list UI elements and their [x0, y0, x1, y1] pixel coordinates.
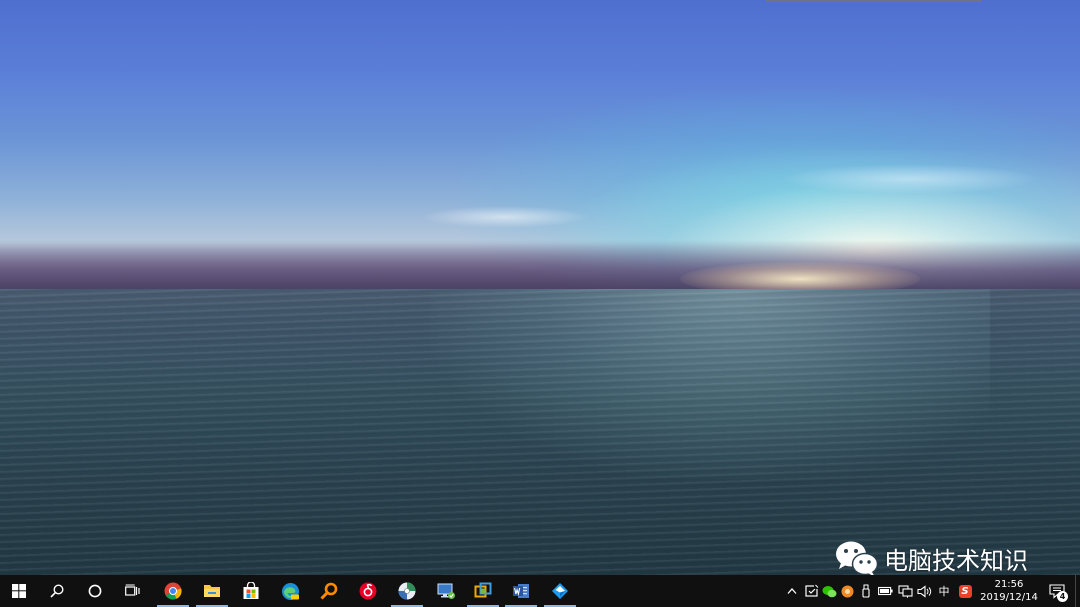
window-edge[interactable] — [766, 0, 982, 2]
search-icon — [50, 584, 64, 598]
vm-icon — [474, 582, 492, 598]
chrome-icon — [164, 582, 182, 600]
watermark: 电脑技术知识 — [834, 537, 1028, 575]
clock-date: 2019/12/14 — [980, 592, 1038, 603]
taskbar-app-dingtalk[interactable] — [541, 575, 579, 607]
diamond-app-icon — [552, 583, 568, 599]
show-hidden-icons-button[interactable] — [785, 575, 799, 607]
speaker-icon — [916, 584, 931, 598]
tray-input-method[interactable]: 中 — [935, 575, 953, 607]
task-view-icon — [125, 584, 140, 596]
taskbar-app-store[interactable] — [232, 575, 270, 607]
taskbar-app-netease-music[interactable] — [349, 575, 387, 607]
wechat-logo-icon — [836, 541, 879, 575]
notification-count-badge: 4 — [1057, 591, 1068, 602]
taskbar-clock[interactable]: 21:56 2019/12/14 — [978, 575, 1040, 607]
taskbar-app-edge[interactable] — [271, 575, 309, 607]
taskbar-app-remote-desktop[interactable] — [427, 575, 465, 607]
taskbar-app-file-explorer[interactable] — [193, 575, 231, 607]
wallpaper-horizon-haze — [0, 240, 1080, 295]
taskbar-app-globe[interactable] — [388, 575, 426, 607]
wallpaper-waves — [0, 289, 1080, 575]
taskbar: 中 S 21:56 2019/12/14 4 — [0, 575, 1080, 607]
taskbar-app-virtual-machine[interactable] — [464, 575, 502, 607]
cortana-button[interactable] — [76, 575, 114, 607]
orange-circle-app-icon — [841, 585, 854, 597]
tray-usb-device[interactable] — [857, 575, 874, 607]
desktop-wallpaper[interactable]: 电脑技术知识 — [0, 0, 1080, 575]
chevron-up-icon — [787, 588, 797, 594]
wallpaper-cloud — [420, 206, 590, 228]
cortana-circle-icon — [88, 584, 102, 598]
globe-icon — [398, 582, 416, 600]
start-button[interactable] — [0, 575, 38, 607]
music-icon — [359, 582, 377, 600]
action-center-button[interactable]: 4 — [1043, 575, 1071, 607]
tray-volume[interactable] — [915, 575, 933, 607]
tray-network[interactable] — [896, 575, 914, 607]
wechat-icon — [822, 585, 837, 597]
search-button[interactable] — [38, 575, 76, 607]
wallpaper-cloud — [780, 164, 1040, 194]
screenshot-tool-icon — [804, 584, 819, 597]
usb-drive-icon — [861, 584, 870, 598]
watermark-text: 电脑技术知识 — [884, 546, 1028, 575]
edge-icon — [281, 582, 299, 600]
tray-screenshot-tool[interactable] — [803, 575, 820, 607]
remote-desktop-icon — [437, 583, 455, 599]
taskbar-app-search-tool[interactable] — [310, 575, 348, 607]
clock-time: 21:56 — [994, 579, 1024, 590]
tray-wechat[interactable] — [821, 575, 838, 607]
taskbar-app-chrome[interactable] — [154, 575, 192, 607]
folder-icon — [204, 585, 220, 597]
sogou-icon: S — [958, 584, 972, 598]
tray-battery[interactable] — [876, 575, 894, 607]
windows-logo-icon — [12, 584, 26, 598]
show-desktop-button[interactable] — [1075, 575, 1080, 607]
taskbar-app-word[interactable] — [502, 575, 540, 607]
tray-orange-app[interactable] — [839, 575, 856, 607]
tray-sogou-ime[interactable]: S — [956, 575, 974, 607]
word-icon — [513, 584, 529, 598]
task-view-button[interactable] — [114, 575, 152, 607]
store-bag-icon — [243, 582, 259, 599]
battery-icon — [877, 586, 893, 596]
magnifier-app-icon — [320, 582, 338, 600]
network-icon — [897, 584, 913, 598]
